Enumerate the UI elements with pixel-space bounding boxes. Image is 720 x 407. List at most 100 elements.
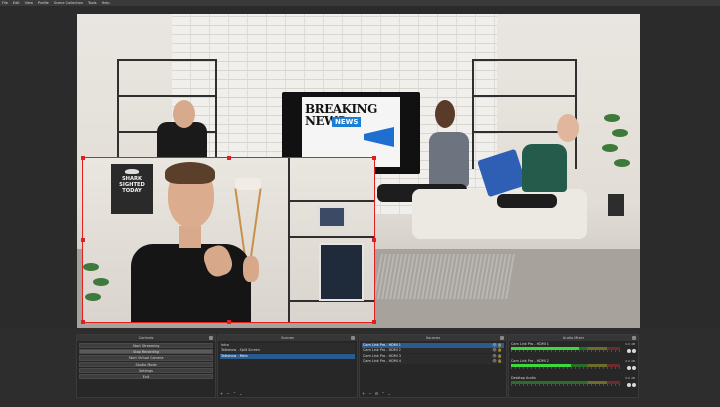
- preview-area: BREAKING NEWS NEWS SHARK SIGHTED TODAY: [0, 6, 720, 330]
- remove-scene-button[interactable]: −: [226, 391, 229, 396]
- gear-icon[interactable]: [632, 383, 636, 387]
- plant-pot: [608, 194, 624, 216]
- guest1-head: [435, 100, 455, 128]
- mixer-channel: Cam Link Pro - HDMI 1 0.0 dB: [509, 341, 638, 358]
- shelf-board: [290, 236, 374, 238]
- resize-handle[interactable]: [372, 238, 376, 242]
- channel-buttons: [626, 383, 636, 387]
- controls-title-text: Controls: [138, 336, 154, 340]
- volume-meter: [511, 364, 620, 367]
- source-properties-button[interactable]: ⚙: [375, 391, 379, 396]
- move-scene-down-button[interactable]: ⌄: [239, 391, 242, 396]
- tv-badge: NEWS: [332, 117, 362, 127]
- resize-handle[interactable]: [227, 320, 231, 324]
- start-streaming-button[interactable]: Start Streaming: [79, 343, 213, 349]
- tv-screen: BREAKING NEWS NEWS: [302, 97, 400, 167]
- shark-sign: SHARK SIGHTED TODAY: [111, 164, 153, 214]
- scenes-title-text: Scenes: [281, 336, 294, 340]
- presenter-hair: [165, 162, 215, 184]
- source-item[interactable]: Cam Link Pro - HDMI 3 👁 🔒: [362, 353, 504, 359]
- mixer-title-text: Audio Mixer: [562, 336, 585, 340]
- plant-leaf: [602, 144, 618, 152]
- undock-icon[interactable]: [209, 336, 213, 340]
- move-source-up-button[interactable]: ⌃: [381, 391, 384, 396]
- resize-handle[interactable]: [81, 320, 85, 324]
- resize-handle[interactable]: [227, 156, 231, 160]
- move-source-down-button[interactable]: ⌄: [388, 391, 391, 396]
- sign-text: SHARK SIGHTED TODAY: [119, 176, 145, 194]
- resize-handle[interactable]: [81, 156, 85, 160]
- shelf-board: [290, 200, 374, 202]
- stop-recording-button[interactable]: Stop Recording: [79, 349, 213, 355]
- plant: [600, 109, 630, 219]
- undock-icon[interactable]: [500, 336, 504, 340]
- picture-frame: [318, 206, 346, 228]
- add-source-button[interactable]: +: [362, 391, 365, 396]
- source-item-selected[interactable]: Cam Link Pro - HDMI 1 👁 🔒: [362, 342, 504, 348]
- guest1-body: [429, 132, 469, 187]
- source-item[interactable]: Cam Link Pro - HDMI 2 👁 🔒: [362, 348, 504, 353]
- remove-source-button[interactable]: −: [368, 391, 371, 396]
- host-body: [157, 122, 207, 162]
- exit-button[interactable]: Exit: [79, 373, 213, 380]
- resize-handle[interactable]: [81, 238, 85, 242]
- scene-item[interactable]: Intro: [220, 342, 355, 348]
- eye-lock-icons[interactable]: 👁 🔒: [492, 343, 502, 348]
- scenes-title: Scenes: [218, 335, 357, 341]
- mute-icon[interactable]: [626, 366, 631, 370]
- meter-fill: [511, 347, 579, 350]
- channel-buttons: [626, 349, 636, 353]
- shark-icon: [125, 169, 139, 174]
- eye-lock-icons[interactable]: 👁 🔒: [492, 348, 502, 353]
- sources-toolbar: + − ⚙ ⌃ ⌄: [362, 391, 391, 396]
- volume-meter: [511, 347, 620, 350]
- undock-icon[interactable]: [351, 336, 355, 340]
- resize-handle[interactable]: [372, 320, 376, 324]
- add-scene-button[interactable]: +: [220, 391, 223, 396]
- program-preview[interactable]: BREAKING NEWS NEWS SHARK SIGHTED TODAY: [77, 14, 640, 330]
- gear-icon[interactable]: [632, 349, 636, 353]
- scene-item[interactable]: Talkshow - Split Screen: [220, 348, 355, 353]
- rug: [373, 254, 516, 299]
- meter-ticks: [511, 350, 620, 352]
- scenes-dock: Scenes Intro Talkshow - Split Screen Tal…: [217, 334, 358, 398]
- settings-button[interactable]: Settings: [79, 367, 213, 373]
- studio-mode-button[interactable]: Studio Mode: [79, 361, 213, 367]
- eye-lock-icons[interactable]: 👁 🔒: [492, 354, 502, 359]
- mute-icon[interactable]: [626, 349, 631, 353]
- selected-source-cam1[interactable]: SHARK SIGHTED TODAY: [82, 157, 375, 323]
- channel-db: 0.0 dB: [625, 342, 635, 346]
- eye-lock-icons[interactable]: 👁 🔒: [492, 359, 502, 364]
- meter-fill: [511, 364, 571, 367]
- dock-area: Controls Start Streaming Stop Recording …: [0, 328, 720, 407]
- move-scene-up-button[interactable]: ⌃: [233, 391, 236, 396]
- undock-icon[interactable]: [632, 336, 636, 340]
- resize-handle[interactable]: [372, 156, 376, 160]
- guest2-legs: [497, 194, 557, 208]
- presenter-hand: [243, 256, 259, 282]
- source-item[interactable]: Cam Link Pro - HDMI 4 👁 🔒: [362, 359, 504, 364]
- meter-ticks: [511, 367, 620, 369]
- presenter-neck: [179, 226, 201, 248]
- channel-db: 0.0 dB: [625, 376, 635, 380]
- source-label: Cam Link Pro - HDMI 1: [363, 342, 401, 347]
- left-shelf-top: [117, 59, 217, 61]
- presenter-body: [131, 244, 251, 322]
- guest2-body: [522, 144, 567, 192]
- channel-name: Cam Link Pro - HDMI 1: [511, 342, 549, 346]
- megaphone-icon: [364, 127, 394, 147]
- scene-item-selected[interactable]: Talkshow - Main: [220, 353, 355, 359]
- mute-icon[interactable]: [626, 383, 631, 387]
- plant: [83, 253, 113, 322]
- gear-icon[interactable]: [632, 366, 636, 370]
- right-shelf-top: [472, 59, 577, 61]
- channel-name: Cam Link Pro - HDMI 2: [511, 359, 549, 363]
- channel-name: Desktop Audio: [511, 376, 536, 380]
- start-virtual-camera-button[interactable]: Start Virtual Camera: [79, 355, 213, 361]
- mixer-channel: Desktop Audio 0.0 dB: [509, 375, 638, 392]
- controls-dock: Controls Start Streaming Stop Recording …: [76, 334, 216, 398]
- mixer-channel: Cam Link Pro - HDMI 2 0.0 dB: [509, 358, 638, 375]
- scenes-toolbar: + − ⌃ ⌄: [220, 391, 242, 396]
- plant-leaf: [85, 293, 101, 301]
- lamp-shade: [235, 178, 261, 190]
